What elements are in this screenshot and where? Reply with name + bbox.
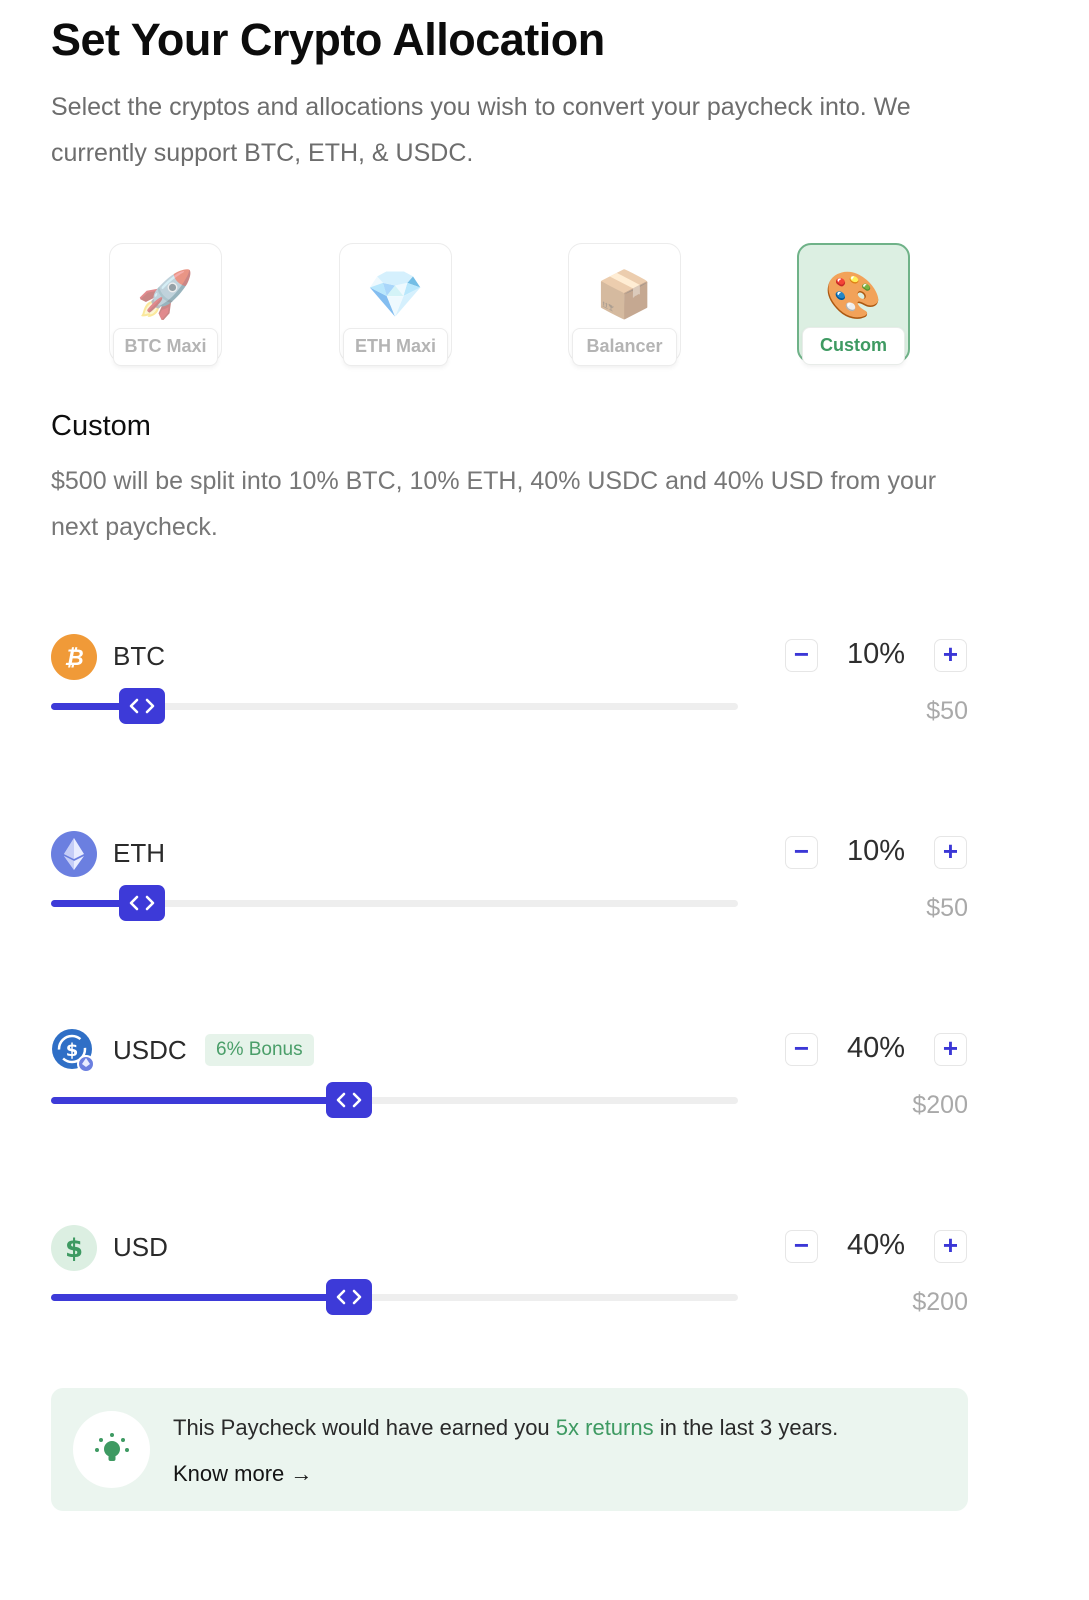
bonus-badge: 6% Bonus [205, 1034, 314, 1066]
decrease-button[interactable]: − [785, 639, 818, 672]
amount-value: $50 [926, 894, 968, 922]
preset-balancer[interactable]: 📦 Balancer [568, 243, 681, 366]
asset-name: BTC [113, 641, 165, 671]
chevron-left-right-icon [336, 1289, 362, 1305]
decrease-button[interactable]: − [785, 1230, 818, 1263]
amount-value: $200 [912, 1288, 968, 1316]
allocation-slider[interactable] [51, 1279, 738, 1315]
asset-row-usd: $ USD − 40% + $200 [0, 1225, 1089, 1335]
asset-name: USDC [113, 1035, 187, 1065]
gem-icon: 💎 [366, 268, 425, 320]
page-title: Set Your Crypto Allocation [51, 14, 605, 65]
preset-eth-maxi[interactable]: 💎 ETH Maxi [339, 243, 452, 366]
percent-value: 40% [846, 1032, 906, 1064]
svg-text:₿: ₿ [64, 646, 83, 671]
bitcoin-icon: ₿ [51, 634, 97, 680]
preset-selector: 🚀 BTC Maxi 💎 ETH Maxi 📦 Balancer 🎨 Custo… [0, 243, 1089, 373]
slider-thumb[interactable] [326, 1082, 372, 1118]
returns-info-text: This Paycheck would have earned you 5x r… [173, 1415, 838, 1441]
svg-text:$: $ [66, 1040, 79, 1061]
rocket-icon: 🚀 [136, 268, 195, 320]
slider-thumb[interactable] [326, 1279, 372, 1315]
allocation-slider[interactable] [51, 1082, 738, 1118]
increase-button[interactable]: + [934, 1230, 967, 1263]
palette-icon: 🎨 [824, 269, 883, 321]
preset-label: BTC Maxi [113, 328, 218, 366]
percent-value: 10% [846, 638, 906, 670]
asset-name: USD [113, 1232, 168, 1262]
returns-info-banner: This Paycheck would have earned you 5x r… [51, 1388, 968, 1511]
info-text-after: in the last 3 years. [653, 1415, 839, 1440]
slider-fill [51, 1097, 349, 1104]
asset-row-btc: ₿ BTC − 10% + $50 [0, 634, 1089, 744]
percent-value: 10% [846, 835, 906, 867]
decrease-button[interactable]: − [785, 1033, 818, 1066]
chevron-left-right-icon [129, 895, 155, 911]
percent-value: 40% [846, 1229, 906, 1261]
amount-value: $50 [926, 697, 968, 725]
allocation-slider[interactable] [51, 688, 738, 724]
asset-row-usdc: $ USDC 6% Bonus − 40% + $200 [0, 1028, 1089, 1138]
preset-custom[interactable]: 🎨 Custom [797, 243, 910, 365]
decrease-button[interactable]: − [785, 836, 818, 869]
slider-thumb[interactable] [119, 885, 165, 921]
svg-text:$: $ [65, 1234, 83, 1263]
ethereum-icon [51, 831, 97, 877]
preset-label: Balancer [572, 328, 677, 366]
slider-fill [51, 1294, 349, 1301]
preset-label: ETH Maxi [343, 328, 448, 366]
returns-highlight: 5x returns [555, 1415, 654, 1440]
package-icon: 📦 [595, 268, 654, 320]
selection-description: $500 will be split into 10% BTC, 10% ETH… [51, 467, 937, 541]
increase-button[interactable]: + [934, 836, 967, 869]
increase-button[interactable]: + [934, 1033, 967, 1066]
chevron-left-right-icon [336, 1092, 362, 1108]
selection-title: Custom [51, 410, 151, 442]
preset-label: Custom [802, 327, 905, 365]
preset-btc-maxi[interactable]: 🚀 BTC Maxi [109, 243, 222, 366]
page-subtitle: Select the cryptos and allocations you w… [51, 93, 911, 167]
asset-row-eth: ETH − 10% + $50 [0, 831, 1089, 941]
increase-button[interactable]: + [934, 639, 967, 672]
lightbulb-icon [73, 1411, 150, 1488]
slider-thumb[interactable] [119, 688, 165, 724]
info-text-before: This Paycheck would have earned you [173, 1415, 556, 1440]
asset-name: ETH [113, 838, 165, 868]
allocation-slider[interactable] [51, 885, 738, 921]
usdc-icon: $ [51, 1028, 97, 1074]
dollar-icon: $ [51, 1225, 97, 1271]
amount-value: $200 [912, 1091, 968, 1119]
chevron-left-right-icon [129, 698, 155, 714]
know-more-link[interactable]: Know more → [173, 1461, 312, 1487]
